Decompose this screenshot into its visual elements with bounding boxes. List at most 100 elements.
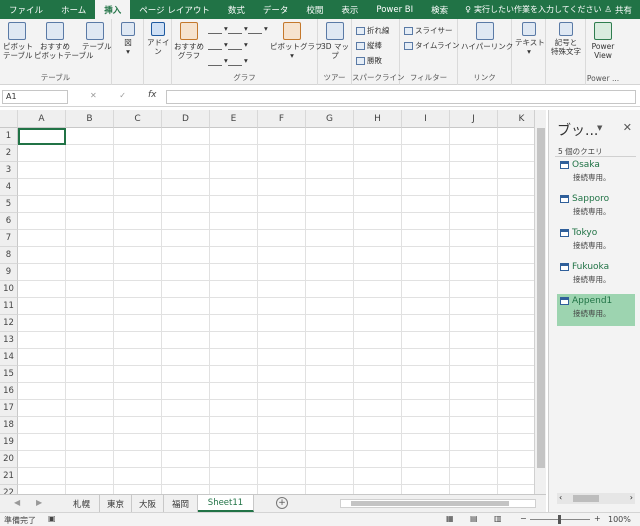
hierarchy-chart-button[interactable]: ▾	[228, 23, 248, 34]
formula-input[interactable]	[166, 90, 636, 104]
pane-options-chevron-icon[interactable]: ▼	[597, 124, 602, 132]
column-chart-button[interactable]: ▾	[208, 23, 228, 34]
page-layout-view-icon[interactable]: ▤	[470, 514, 478, 523]
query-item-fukuoka[interactable]: Fukuoka 接続専用。	[557, 260, 635, 292]
table-button[interactable]: テーブル	[82, 22, 112, 51]
sheet-next-arrow[interactable]: ▶	[36, 498, 42, 507]
3d-map-button[interactable]: 3D マッ プ	[321, 22, 349, 60]
row-header[interactable]: 9	[0, 264, 18, 281]
row-header[interactable]: 14	[0, 349, 18, 366]
row-header[interactable]: 1	[0, 128, 18, 145]
share-button[interactable]: ♙ 共有	[604, 0, 640, 19]
row-header[interactable]: 15	[0, 366, 18, 383]
page-break-view-icon[interactable]: ▥	[494, 514, 502, 523]
scatter-chart-button[interactable]: ▾	[228, 55, 248, 66]
sparkline-column-button[interactable]: 縦棒	[356, 40, 382, 51]
pane-horizontal-scrollbar[interactable]: ‹ ›	[557, 493, 635, 504]
slicer-button[interactable]: スライサー	[404, 25, 453, 36]
sparkline-line-button[interactable]: 折れ線	[356, 25, 390, 36]
column-header[interactable]: D	[162, 110, 210, 128]
query-item-tokyo[interactable]: Tokyo 接続専用。	[557, 226, 635, 258]
row-header[interactable]: 22	[0, 485, 18, 494]
text-button[interactable]: テキスト ▾	[515, 22, 545, 56]
row-header[interactable]: 11	[0, 298, 18, 315]
row-header[interactable]: 13	[0, 332, 18, 349]
query-item-append1[interactable]: Append1 接続専用。	[557, 294, 635, 326]
query-item-sapporo[interactable]: Sapporo 接続専用。	[557, 192, 635, 224]
tab-review[interactable]: 校閲	[297, 0, 332, 19]
column-header[interactable]: H	[354, 110, 402, 128]
worksheet-grid[interactable]: A B C D E F G H I J K 1 2 3 4 5 6 7 8 9 10 11 12 13 14 15 16 17 18 19…	[0, 110, 534, 494]
row-header[interactable]: 3	[0, 162, 18, 179]
zoom-level[interactable]: 100%	[608, 515, 631, 524]
sheet-tab-tokyo[interactable]: 東京	[100, 495, 132, 512]
vertical-scrollbar[interactable]	[534, 110, 546, 494]
horizontal-scrollbar[interactable]	[340, 499, 536, 508]
tab-data[interactable]: データ	[254, 0, 298, 19]
sheet-tab-sapporo[interactable]: 札幌	[64, 495, 100, 512]
row-header[interactable]: 19	[0, 434, 18, 451]
insert-function-button[interactable]: fx	[148, 90, 157, 100]
sheet-prev-arrow[interactable]: ◀	[14, 498, 20, 507]
line-chart-button[interactable]: ▾	[208, 39, 228, 50]
symbols-button[interactable]: 記号と 特殊文字	[548, 22, 584, 56]
pane-scroll-right-icon[interactable]: ›	[630, 493, 633, 502]
tab-page-layout[interactable]: ページ レイアウト	[130, 0, 219, 19]
tab-file[interactable]: ファイル	[0, 0, 52, 19]
pivot-table-button[interactable]: ピボット テーブル	[3, 22, 33, 60]
row-header[interactable]: 12	[0, 315, 18, 332]
column-header[interactable]: B	[66, 110, 114, 128]
hyperlink-button[interactable]: ハイパーリンク	[461, 22, 513, 51]
tab-home[interactable]: ホーム	[52, 0, 95, 19]
zoom-out-icon[interactable]: −	[520, 514, 527, 523]
row-header[interactable]: 8	[0, 247, 18, 264]
row-header[interactable]: 5	[0, 196, 18, 213]
vertical-scroll-thumb[interactable]	[537, 128, 545, 468]
pane-close-icon[interactable]: ✕	[623, 121, 632, 134]
tab-view[interactable]: 表示	[332, 0, 367, 19]
select-all-corner[interactable]	[0, 110, 18, 128]
sheet-tab-osaka[interactable]: 大阪	[132, 495, 164, 512]
sparkline-winloss-button[interactable]: 勝敗	[356, 55, 382, 66]
row-header[interactable]: 16	[0, 383, 18, 400]
row-header[interactable]: 4	[0, 179, 18, 196]
pivot-chart-button[interactable]: ピボットグラフ ▾	[270, 22, 323, 60]
column-header[interactable]: K	[498, 110, 534, 128]
add-sheet-icon[interactable]: +	[276, 497, 288, 509]
selected-cell-a1[interactable]	[18, 128, 66, 145]
sheet-tab-fukuoka[interactable]: 福岡	[164, 495, 198, 512]
column-header[interactable]: J	[450, 110, 498, 128]
tab-insert[interactable]: 挿入	[95, 0, 131, 19]
recommended-pivot-button[interactable]: おすすめ ピボットテーブル	[34, 22, 94, 60]
power-view-button[interactable]: Power View	[589, 22, 617, 60]
row-header[interactable]: 20	[0, 451, 18, 468]
formula-cancel-confirm[interactable]: ✕ ✓	[90, 91, 136, 100]
zoom-in-icon[interactable]: +	[594, 514, 601, 523]
column-header[interactable]: G	[306, 110, 354, 128]
column-header[interactable]: A	[18, 110, 66, 128]
column-header[interactable]: C	[114, 110, 162, 128]
horizontal-scroll-thumb[interactable]	[351, 501, 509, 506]
row-header[interactable]: 17	[0, 400, 18, 417]
normal-view-icon[interactable]: ▦	[446, 514, 454, 523]
tab-formulas[interactable]: 数式	[219, 0, 254, 19]
column-header[interactable]: F	[258, 110, 306, 128]
tab-power-bi[interactable]: Power BI	[367, 0, 422, 19]
pane-scroll-left-icon[interactable]: ‹	[559, 493, 562, 502]
row-header[interactable]: 7	[0, 230, 18, 247]
row-header[interactable]: 2	[0, 145, 18, 162]
column-header[interactable]: E	[210, 110, 258, 128]
pie-chart-button[interactable]: ▾	[208, 55, 228, 66]
timeline-button[interactable]: タイムライン	[404, 40, 459, 51]
addins-button[interactable]: アドイ ン	[147, 22, 170, 56]
zoom-slider-thumb[interactable]	[558, 515, 561, 524]
illustrations-button[interactable]: 図 ▾	[117, 22, 139, 56]
row-header[interactable]: 21	[0, 468, 18, 485]
stat-chart-button[interactable]: ▾	[228, 39, 248, 50]
waterfall-chart-button[interactable]: ▾	[248, 23, 268, 34]
row-header[interactable]: 6	[0, 213, 18, 230]
row-header[interactable]: 18	[0, 417, 18, 434]
tell-me-box[interactable]: ♀ 実行したい作業を入力してください	[465, 0, 601, 19]
recommended-charts-button[interactable]: おすすめ グラフ	[174, 22, 204, 60]
sheet-tab-sheet11[interactable]: Sheet11	[198, 495, 254, 512]
